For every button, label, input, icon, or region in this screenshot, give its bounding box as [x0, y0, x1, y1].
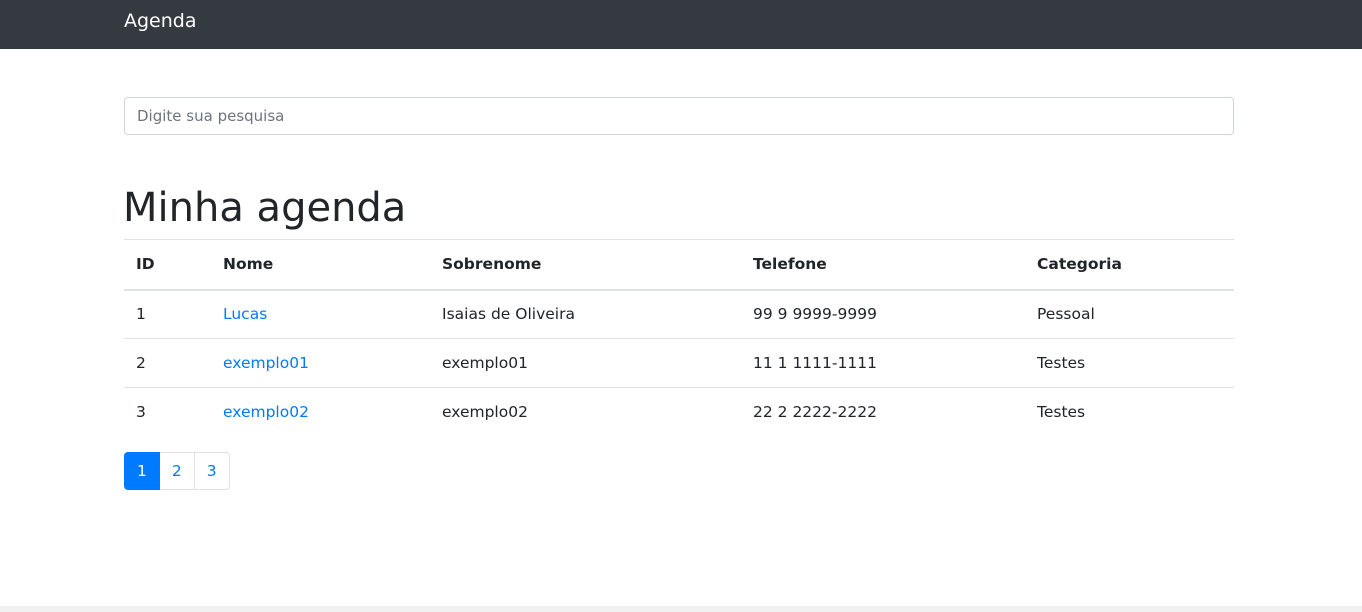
- cell-telefone: 11 1 1111-1111: [741, 338, 1025, 388]
- header-sobrenome: Sobrenome: [430, 239, 741, 291]
- cell-id: 2: [124, 338, 211, 388]
- header-categoria: Categoria: [1025, 239, 1234, 291]
- cell-categoria: Pessoal: [1025, 289, 1234, 339]
- contact-link[interactable]: exemplo02: [223, 403, 309, 421]
- header-id: ID: [124, 239, 211, 291]
- cell-nome: exemplo02: [211, 388, 430, 437]
- pagination: 1 2 3: [124, 452, 230, 490]
- table-row: 1 Lucas Isaias de Oliveira 99 9 9999-999…: [124, 289, 1234, 339]
- navbar-brand[interactable]: Agenda: [124, 9, 197, 33]
- cell-nome: exemplo01: [211, 338, 430, 388]
- page-link-2[interactable]: 2: [158, 452, 195, 490]
- header-telefone: Telefone: [741, 239, 1025, 291]
- cell-telefone: 22 2 2222-2222: [753, 403, 877, 422]
- cell-sobrenome: exemplo01: [430, 338, 741, 388]
- cell-categoria: Testes: [1025, 338, 1234, 388]
- contact-link[interactable]: exemplo01: [223, 354, 309, 372]
- cell-categoria: Testes: [1037, 403, 1086, 422]
- cell-sobrenome: exemplo02: [442, 403, 528, 422]
- search-input[interactable]: [124, 97, 1234, 135]
- cell-nome: Lucas: [211, 289, 430, 339]
- cell-sobrenome: Isaias de Oliveira: [430, 289, 741, 339]
- contacts-table: ID Nome Sobrenome Telefone Categoria 1 L…: [124, 239, 1234, 437]
- cell-id: 1: [124, 289, 211, 339]
- page-title: Minha agenda: [123, 185, 407, 231]
- header-nome: Nome: [211, 239, 430, 291]
- contact-link[interactable]: Lucas: [223, 305, 267, 323]
- table-row: 2 exemplo01 exemplo01 11 1 1111-1111 Tes…: [124, 338, 1234, 388]
- navbar: Agenda: [0, 0, 1362, 49]
- cell-id: 3: [136, 403, 146, 422]
- cell-telefone: 99 9 9999-9999: [741, 289, 1025, 339]
- footer-divider: [0, 606, 1362, 612]
- table-header-row: ID Nome Sobrenome Telefone Categoria: [124, 239, 1234, 291]
- page-link-1[interactable]: 1: [124, 452, 160, 490]
- page-link-3[interactable]: 3: [193, 452, 230, 490]
- table-row: 3 exemplo02 exemplo02 22 2 2222-2222 Tes…: [124, 388, 1234, 437]
